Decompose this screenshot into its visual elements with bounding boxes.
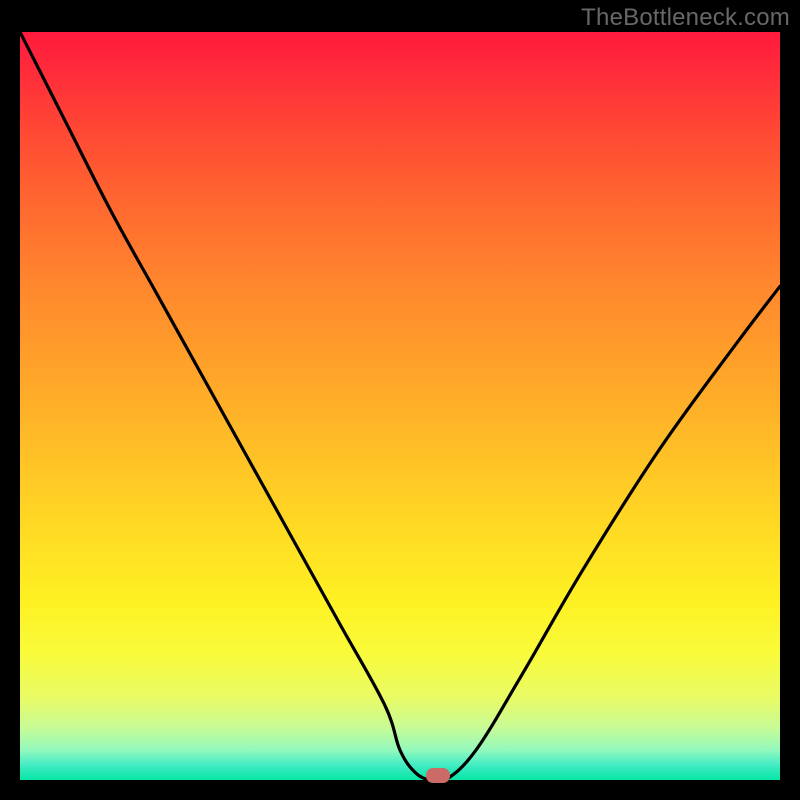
watermark-text: TheBottleneck.com: [581, 4, 790, 32]
chart-frame: TheBottleneck.com: [0, 0, 800, 800]
bottleneck-curve: [20, 32, 780, 780]
optimal-point-marker: [426, 768, 450, 783]
plot-area: [20, 32, 780, 780]
